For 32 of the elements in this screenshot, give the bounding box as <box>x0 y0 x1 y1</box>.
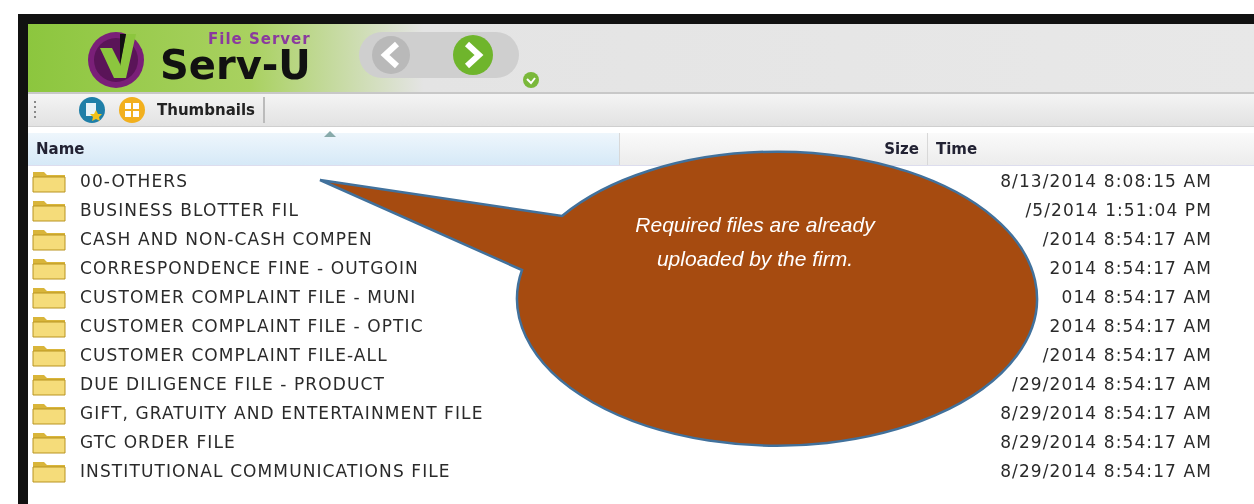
column-header[interactable]: Name <box>28 133 620 165</box>
modified-time: 8/29/2014 8:54:17 AM <box>1000 431 1212 452</box>
modified-time: 2014 8:54:17 AM <box>1049 257 1212 278</box>
modified-time: 8/29/2014 8:54:17 AM <box>1000 460 1212 481</box>
folder-name[interactable]: 00-OTHERS <box>80 170 189 191</box>
modified-time: /29/2014 8:54:17 AM <box>1012 373 1212 394</box>
sort-arrow-icon <box>323 131 336 137</box>
folder-name[interactable]: CUSTOMER COMPLAINT FILE - MUNI <box>80 286 417 307</box>
callout-text: Required files are already uploaded by the firm. <box>634 212 877 272</box>
logo-subtitle: File Server <box>208 31 311 47</box>
logo-title: Serv-U <box>160 44 311 85</box>
column-header[interactable]: Time <box>928 133 1254 165</box>
folder-name[interactable]: CUSTOMER COMPLAINT FILE-ALL <box>80 344 388 365</box>
modified-time: 014 8:54:17 AM <box>1061 286 1212 307</box>
modified-time: 8/13/2014 8:08:15 AM <box>1000 170 1212 191</box>
modified-time: 8/29/2014 8:54:17 AM <box>1000 402 1212 423</box>
folder-name[interactable]: BUSINESS BLOTTER FIL <box>80 199 299 220</box>
grid-view-icon[interactable] <box>117 95 147 125</box>
folder-name[interactable]: GTC ORDER FILE <box>80 431 236 452</box>
folder-name[interactable]: INSTITUTIONAL COMMUNICATIONS FILE <box>80 460 451 481</box>
modified-time: /2014 8:54:17 AM <box>1042 228 1212 249</box>
folder-name[interactable]: CORRESPONDENCE FINE - OUTGOIN <box>80 257 419 278</box>
star-folder-icon[interactable] <box>77 95 107 125</box>
modified-time: /2014 8:54:17 AM <box>1042 344 1212 365</box>
modified-time: 2014 8:54:17 AM <box>1049 315 1212 336</box>
folder-name[interactable]: CUSTOMER COMPLAINT FILE - OPTIC <box>80 315 424 336</box>
folder-name[interactable]: DUE DILIGENCE FILE - PRODUCT <box>80 373 385 394</box>
thumbnails-button[interactable]: Thumbnails <box>157 97 265 123</box>
folder-name[interactable]: CASH AND NON-CASH COMPEN <box>80 228 373 249</box>
folder-name[interactable]: GIFT, GRATUITY AND ENTERTAINMENT FILE <box>80 402 484 423</box>
modified-time: /5/2014 1:51:04 PM <box>1025 199 1212 220</box>
grip-icon[interactable] <box>34 100 37 120</box>
